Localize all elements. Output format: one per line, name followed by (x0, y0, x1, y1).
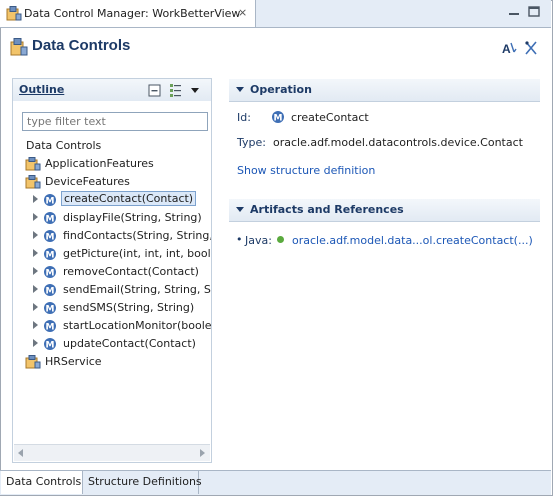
show-structure-link[interactable]: Show structure definition (237, 164, 375, 177)
type-label: Type: (237, 136, 266, 149)
expand-icon[interactable] (33, 267, 38, 275)
tree-method-label: removeContact(Contact) (63, 265, 199, 278)
data-control-icon (6, 6, 22, 24)
tree-method-label: findContacts(String, String, (63, 229, 211, 242)
expand-icon[interactable] (33, 303, 38, 311)
data-control-icon (25, 175, 41, 192)
svg-text:M: M (274, 114, 283, 124)
expand-icon[interactable] (33, 249, 38, 257)
operation-section: Operation Id: M createContact Type: orac… (229, 79, 540, 189)
chevron-down-icon[interactable] (236, 87, 244, 92)
tree-method-label: startLocationMonitor(boole (63, 319, 211, 332)
operation-title: Operation (250, 83, 312, 96)
artifacts-title: Artifacts and References (250, 203, 404, 216)
method-icon: M (43, 283, 57, 300)
tab-data-controls[interactable]: Data Controls (1, 471, 83, 494)
tree-root-label: Data Controls (26, 139, 102, 152)
method-icon: M (271, 110, 285, 127)
bullet: • (236, 233, 243, 246)
method-icon: M (43, 211, 57, 228)
java-method-icon (277, 236, 284, 243)
editor-tab-title: Data Control Manager: WorkBetterView (24, 7, 241, 20)
svg-text:M: M (46, 233, 55, 243)
svg-text:M: M (46, 323, 55, 333)
scroll-right-icon[interactable] (200, 449, 205, 457)
svg-text:M: M (46, 251, 55, 261)
id-label: Id: (237, 111, 251, 124)
svg-text:A: A (502, 42, 511, 56)
data-control-icon (25, 157, 41, 174)
editor-tab-strip: Data Control Manager: WorkBetterView ⨯ (0, 0, 551, 28)
java-link[interactable]: oracle.adf.model.data...ol.createContact… (292, 234, 533, 247)
tree-method-label: createContact(Contact) (61, 191, 197, 206)
operation-header[interactable]: Operation (229, 79, 540, 102)
artifacts-header[interactable]: Artifacts and References (229, 199, 540, 222)
method-icon: M (43, 229, 57, 246)
bottom-tab-bar: Data Controls Structure Definitions (0, 470, 551, 495)
outline-title: Outline (19, 83, 65, 96)
expand-icon[interactable] (33, 339, 38, 347)
expand-icon[interactable] (33, 195, 38, 203)
filter-input[interactable] (22, 112, 208, 131)
svg-text:M: M (46, 197, 55, 207)
java-label: Java: (245, 234, 272, 247)
tree-method-label: updateContact(Contact) (63, 337, 196, 350)
method-icon: M (43, 337, 57, 354)
view-options-icon[interactable] (169, 83, 183, 101)
expand-icon[interactable] (33, 231, 38, 239)
expand-icon[interactable] (33, 321, 38, 329)
collapse-all-icon[interactable] (148, 84, 161, 100)
svg-text:M: M (46, 341, 55, 351)
tree-item-label: DeviceFeatures (45, 175, 130, 188)
expand-icon[interactable] (33, 285, 38, 293)
method-icon: M (43, 247, 57, 264)
outline-tree: Data Controls ApplicationFeatures Device… (13, 137, 211, 437)
svg-text:M: M (46, 287, 55, 297)
svg-text:M: M (46, 269, 55, 279)
tab-structure-definitions[interactable]: Structure Definitions (83, 471, 202, 494)
method-icon: M (43, 193, 57, 210)
horizontal-scrollbar[interactable] (14, 444, 210, 461)
type-value: oracle.adf.model.datacontrols.device.Con… (273, 136, 523, 149)
minimize-icon[interactable] (507, 6, 521, 18)
page-header: Data Controls A (1, 28, 551, 68)
expand-icon[interactable] (33, 213, 38, 221)
view-menu-icon[interactable] (191, 88, 199, 93)
method-icon: M (43, 301, 57, 318)
scroll-left-icon[interactable] (18, 449, 23, 457)
tree-item-label: ApplicationFeatures (45, 157, 154, 170)
maximize-icon[interactable] (527, 6, 541, 18)
outline-section: Outline Data Controls ApplicationFeature… (12, 78, 212, 463)
page-title: Data Controls (32, 37, 131, 54)
data-control-icon (25, 355, 41, 372)
data-controls-icon (10, 38, 28, 59)
tree-method-label: sendEmail(String, String, Str (63, 283, 211, 296)
method-icon: M (43, 265, 57, 282)
chevron-down-icon[interactable] (236, 207, 244, 212)
method-icon: M (43, 319, 57, 336)
tree-method-label: displayFile(String, String) (63, 211, 202, 224)
svg-text:M: M (46, 305, 55, 315)
tree-item-label: HRService (45, 355, 102, 368)
filter-tool-icon[interactable] (523, 40, 539, 56)
tree-method-label: sendSMS(String, String) (63, 301, 195, 314)
svg-text:M: M (46, 215, 55, 225)
tree-method-label: getPicture(int, int, int, boole (63, 247, 211, 260)
editor-tab[interactable]: Data Control Manager: WorkBetterView ⨯ (0, 0, 256, 27)
sort-alpha-icon[interactable]: A (501, 40, 517, 56)
close-icon[interactable]: ⨯ (238, 6, 247, 19)
outline-header: Outline (13, 79, 211, 101)
id-value: createContact (291, 111, 369, 124)
artifacts-section: Artifacts and References • Java: oracle.… (229, 199, 540, 259)
